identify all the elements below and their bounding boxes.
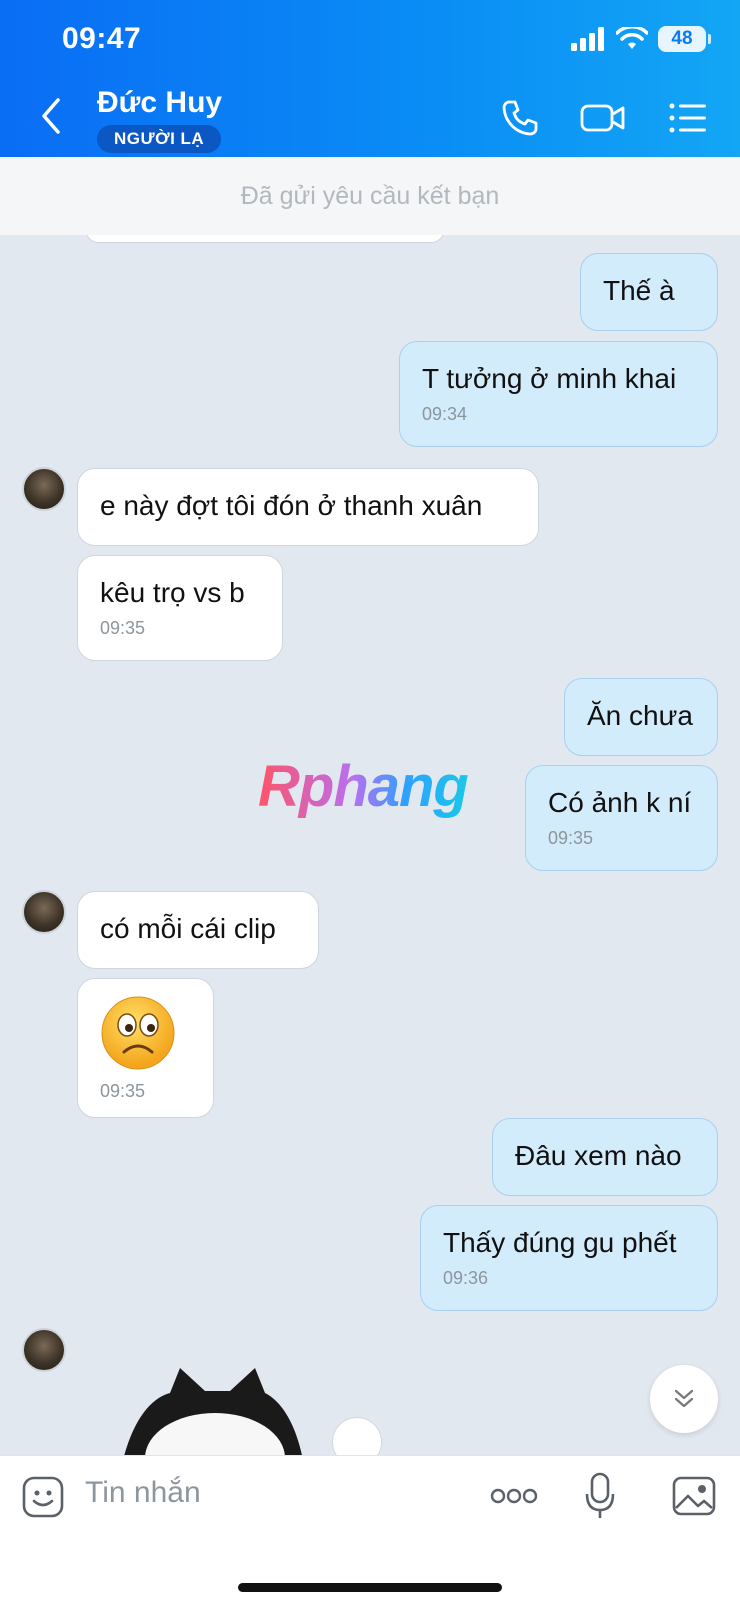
message-text: Thấy đúng gu phết (443, 1227, 677, 1258)
message-time: 09:36 (443, 1267, 489, 1288)
sad-face-emoji-icon (101, 996, 175, 1070)
message-input[interactable]: Tin nhắn (85, 1476, 201, 1510)
wifi-icon (616, 27, 648, 49)
avatar[interactable] (22, 467, 66, 511)
friend-request-text: Đã gửi yêu cầu kết bạn (240, 181, 500, 210)
message-list[interactable]: Thế à T tưởng ở minh khai 09:34 e này đợ… (0, 235, 740, 1455)
message-bubble-partial (85, 235, 445, 243)
message-bubble-sent[interactable]: Thế à (580, 253, 718, 331)
battery-level: 48 (671, 28, 693, 49)
message-text: T tưởng ở minh khai (422, 363, 677, 394)
more-options-icon[interactable] (490, 1486, 538, 1506)
message-text: kêu trọ vs b (100, 577, 245, 608)
friend-request-status: Đã gửi yêu cầu kết bạn (0, 157, 740, 235)
double-chevron-down-icon (674, 1389, 694, 1408)
home-indicator (238, 1583, 502, 1592)
status-time: 09:47 (62, 22, 142, 55)
video-call-icon[interactable] (580, 98, 626, 138)
message-time: 09:35 (548, 827, 594, 848)
chat-header: 09:47 48 Đức Huy NGƯỜI LẠ (0, 0, 740, 157)
message-text: Thế à (603, 275, 675, 306)
message-text: có mỗi cái clip (100, 913, 276, 944)
message-input-bar: Tin nhắn (0, 1455, 740, 1600)
battery-icon: 48 (658, 26, 711, 52)
message-text: Có ảnh k ní (548, 787, 692, 818)
menu-list-icon[interactable] (668, 98, 708, 138)
microphone-icon[interactable] (585, 1472, 615, 1520)
cellular-signal-icon (571, 27, 604, 51)
message-text: Ăn chưa (587, 700, 693, 731)
message-time: 09:34 (422, 403, 468, 424)
contact-name[interactable]: Đức Huy (97, 86, 222, 120)
message-bubble-received[interactable]: có mỗi cái clip (77, 891, 319, 969)
phone-call-icon[interactable] (500, 98, 540, 138)
image-gallery-icon[interactable] (672, 1476, 716, 1516)
back-arrow-icon[interactable] (36, 96, 66, 136)
sticker-partial[interactable] (110, 1363, 310, 1455)
message-bubble-sent[interactable]: Đâu xem nào (492, 1118, 718, 1196)
message-text: Đâu xem nào (515, 1140, 682, 1171)
message-time: 09:35 (100, 617, 146, 638)
avatar[interactable] (22, 890, 66, 934)
message-bubble-sent[interactable]: Ăn chưa (564, 678, 718, 756)
message-bubble-received[interactable]: 09:35 (77, 978, 214, 1118)
message-bubble-received[interactable]: kêu trọ vs b 09:35 (77, 555, 283, 661)
status-icons: 48 (570, 26, 711, 52)
message-bubble-received[interactable]: e này đợt tôi đón ở thanh xuân (77, 468, 539, 546)
message-text: e này đợt tôi đón ở thanh xuân (100, 490, 483, 521)
message-bubble-sent[interactable]: T tưởng ở minh khai 09:34 (399, 341, 718, 447)
watermark-logo: Rphang (258, 754, 469, 819)
emoji-sticker-icon[interactable] (22, 1476, 64, 1518)
reaction-button[interactable] (332, 1417, 382, 1455)
avatar[interactable] (22, 1328, 66, 1372)
message-bubble-sent[interactable]: Thấy đúng gu phết 09:36 (420, 1205, 718, 1311)
message-bubble-sent[interactable]: Có ảnh k ní 09:35 (525, 765, 718, 871)
scroll-to-bottom-button[interactable] (650, 1365, 718, 1433)
stranger-badge: NGƯỜI LẠ (97, 125, 222, 153)
message-time: 09:35 (100, 1080, 146, 1101)
